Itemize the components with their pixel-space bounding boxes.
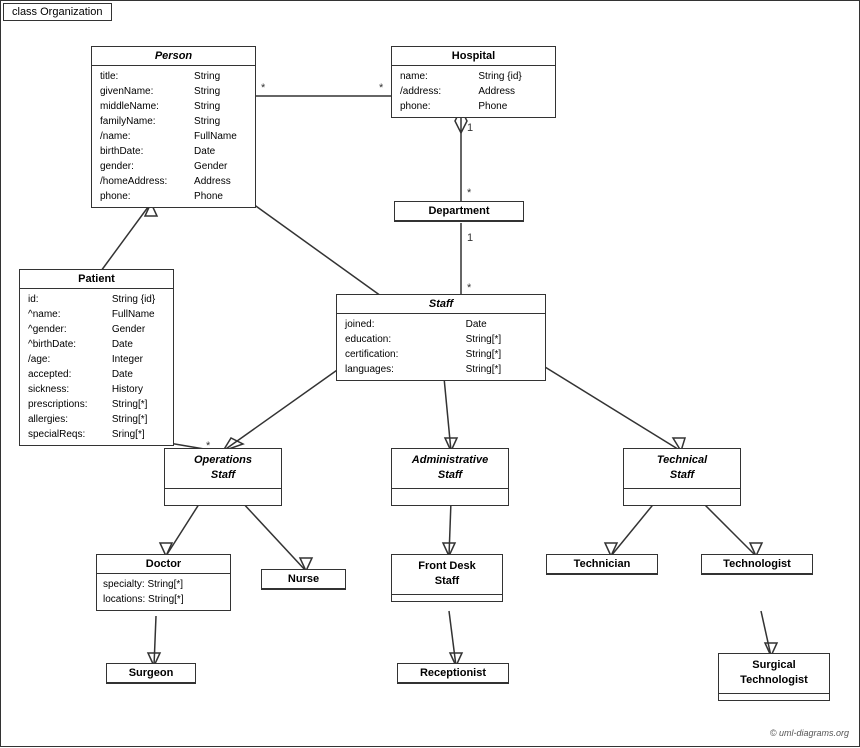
- doctor-class: Doctor specialty: String[*] locations: S…: [96, 554, 231, 611]
- surgeon-header: Surgeon: [107, 664, 195, 683]
- surgical-technologist-class: SurgicalTechnologist: [718, 653, 830, 701]
- technician-class: Technician: [546, 554, 658, 575]
- svg-text:*: *: [467, 187, 472, 199]
- technologist-header: Technologist: [702, 555, 812, 574]
- person-header: Person: [92, 47, 255, 66]
- department-header: Department: [395, 202, 523, 221]
- staff-class: Staff joined:Date education:String[*] ce…: [336, 294, 546, 381]
- administrative-staff-class: AdministrativeStaff: [391, 448, 509, 506]
- administrative-staff-header: AdministrativeStaff: [392, 449, 508, 489]
- person-body: title:String givenName:String middleName…: [92, 66, 255, 207]
- operations-staff-class: OperationsStaff: [164, 448, 282, 506]
- patient-class: Patient id:String {id} ^name:FullName ^g…: [19, 269, 174, 446]
- nurse-class: Nurse: [261, 569, 346, 590]
- patient-header: Patient: [20, 270, 173, 289]
- surgical-technologist-header: SurgicalTechnologist: [719, 654, 829, 694]
- operations-staff-header: OperationsStaff: [165, 449, 281, 489]
- hospital-header: Hospital: [392, 47, 555, 66]
- receptionist-header: Receptionist: [398, 664, 508, 683]
- copyright: © uml-diagrams.org: [770, 728, 849, 738]
- front-desk-staff-header: Front DeskStaff: [392, 555, 502, 595]
- surgeon-class: Surgeon: [106, 663, 196, 684]
- svg-text:1: 1: [467, 122, 473, 134]
- svg-text:1: 1: [467, 232, 473, 244]
- doctor-body: specialty: String[*] locations: String[*…: [97, 574, 230, 610]
- hospital-class: Hospital name:String {id} /address:Addre…: [391, 46, 556, 118]
- staff-header: Staff: [337, 295, 545, 314]
- patient-body: id:String {id} ^name:FullName ^gender:Ge…: [20, 289, 173, 445]
- technical-staff-header: TechnicalStaff: [624, 449, 740, 489]
- receptionist-class: Receptionist: [397, 663, 509, 684]
- staff-body: joined:Date education:String[*] certific…: [337, 314, 545, 380]
- technician-header: Technician: [547, 555, 657, 574]
- nurse-header: Nurse: [262, 570, 345, 589]
- person-class: Person title:String givenName:String mid…: [91, 46, 256, 208]
- technologist-class: Technologist: [701, 554, 813, 575]
- technical-staff-class: TechnicalStaff: [623, 448, 741, 506]
- svg-text:*: *: [467, 282, 472, 294]
- front-desk-staff-class: Front DeskStaff: [391, 554, 503, 602]
- svg-text:*: *: [261, 82, 266, 94]
- department-class: Department: [394, 201, 524, 222]
- diagram-title: class Organization: [3, 3, 112, 21]
- svg-text:*: *: [379, 82, 384, 94]
- uml-diagram: class Organization * * 1 * 1 * * *: [0, 0, 860, 747]
- doctor-header: Doctor: [97, 555, 230, 574]
- hospital-body: name:String {id} /address:Address phone:…: [392, 66, 555, 117]
